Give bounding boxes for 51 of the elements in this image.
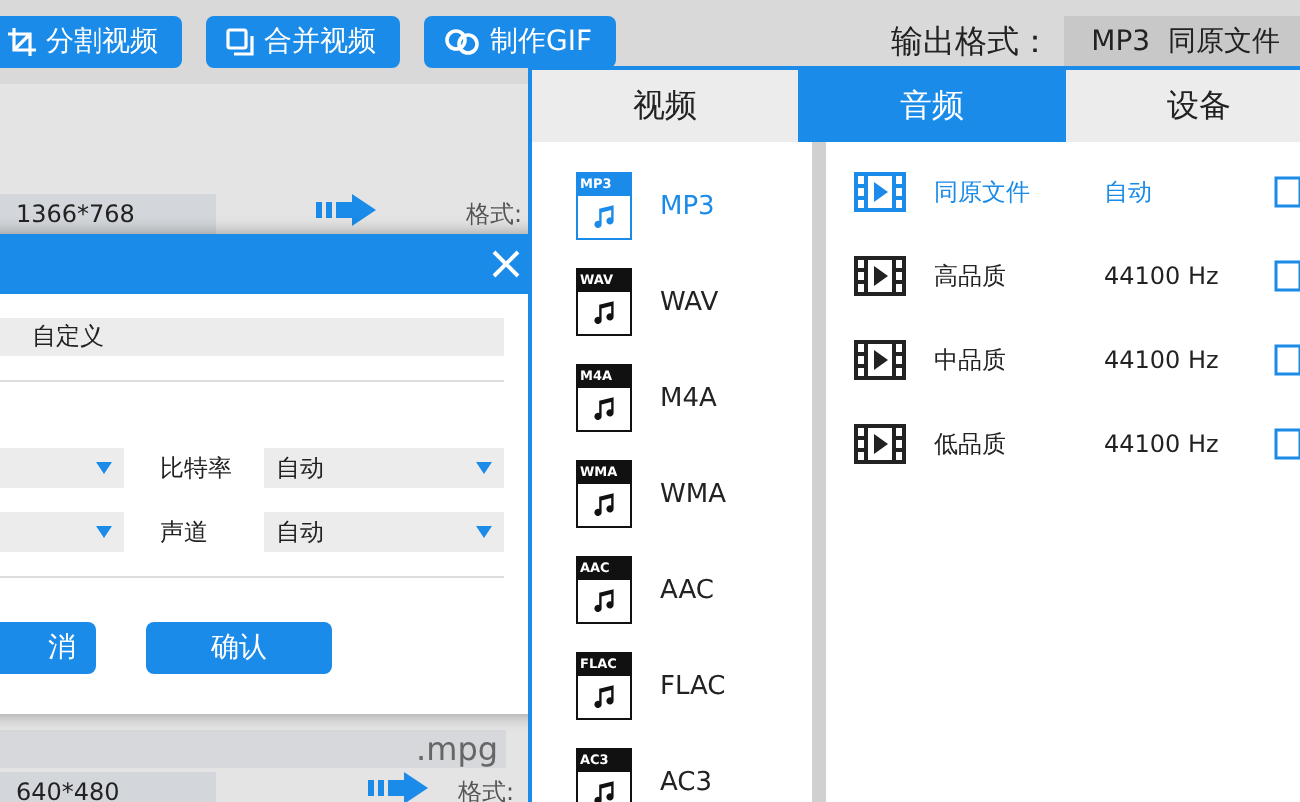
music-note-icon: [592, 300, 616, 324]
dropdown-caret-icon: [96, 462, 112, 474]
format-item[interactable]: FLAC: [660, 671, 726, 701]
preset-item[interactable]: 高品质 44100 Hz: [826, 234, 1300, 318]
dropdown-caret-icon: [96, 526, 112, 538]
format-item[interactable]: AAC: [660, 575, 714, 605]
file-name-field[interactable]: .mpg: [0, 729, 506, 767]
music-note-icon: [592, 588, 616, 612]
dropdown[interactable]: 自动: [264, 448, 504, 488]
setting-label: 声道: [160, 515, 210, 549]
music-note-icon: [592, 492, 616, 516]
resolution-text: 1366*768: [0, 194, 216, 234]
dialog-button[interactable]: 消: [0, 622, 96, 674]
dialog-button[interactable]: 确认: [146, 622, 332, 674]
preset-item[interactable]: 低品质 44100 Hz: [826, 402, 1300, 486]
music-note-icon: [592, 396, 616, 420]
arrow-icon: [368, 772, 428, 802]
dropdown[interactable]: 自动: [264, 512, 504, 552]
format-label: 格式:: [466, 197, 523, 231]
arrow-icon: [316, 194, 376, 226]
music-note-icon: [592, 684, 616, 708]
preset-item[interactable]: 中品质 44100 Hz: [826, 318, 1300, 402]
format-item[interactable]: MP3: [660, 191, 715, 221]
video-file-icon: [854, 256, 906, 296]
output-format-label: 输出格式：: [891, 21, 1052, 63]
resolution-text: 640*480: [0, 772, 216, 802]
video-file-icon: [854, 424, 906, 464]
format-item[interactable]: WAV: [660, 287, 719, 317]
format-item[interactable]: WMA: [660, 479, 726, 509]
preset-name-field[interactable]: 自定义: [0, 318, 504, 356]
rings-icon: [444, 28, 480, 56]
preset-item[interactable]: 同原文件 自动: [826, 150, 1300, 234]
format-item[interactable]: AC3: [660, 767, 713, 797]
music-note-icon: [592, 204, 616, 228]
video-file-icon: [854, 340, 906, 380]
toolbar-button[interactable]: 分割视频: [0, 16, 182, 68]
toolbar-button[interactable]: 合并视频: [206, 16, 400, 68]
output-format-value[interactable]: MP3 同原文件: [1063, 16, 1300, 68]
toolbar-button[interactable]: 制作GIF: [424, 16, 617, 68]
format-tab[interactable]: 视频: [532, 70, 799, 142]
dropdown-caret-icon: [476, 526, 492, 538]
format-tab[interactable]: 音频: [798, 70, 1066, 142]
format-tab[interactable]: 设备: [1065, 70, 1300, 142]
setting-label: 比特率: [160, 451, 234, 485]
copy-icon: [226, 28, 254, 56]
video-file-icon: [854, 172, 906, 212]
dropdown-caret-icon: [476, 462, 492, 474]
close-icon[interactable]: [492, 250, 520, 278]
format-label: 格式:: [458, 775, 515, 802]
format-item[interactable]: M4A: [660, 383, 717, 413]
crop-icon: [8, 28, 36, 56]
